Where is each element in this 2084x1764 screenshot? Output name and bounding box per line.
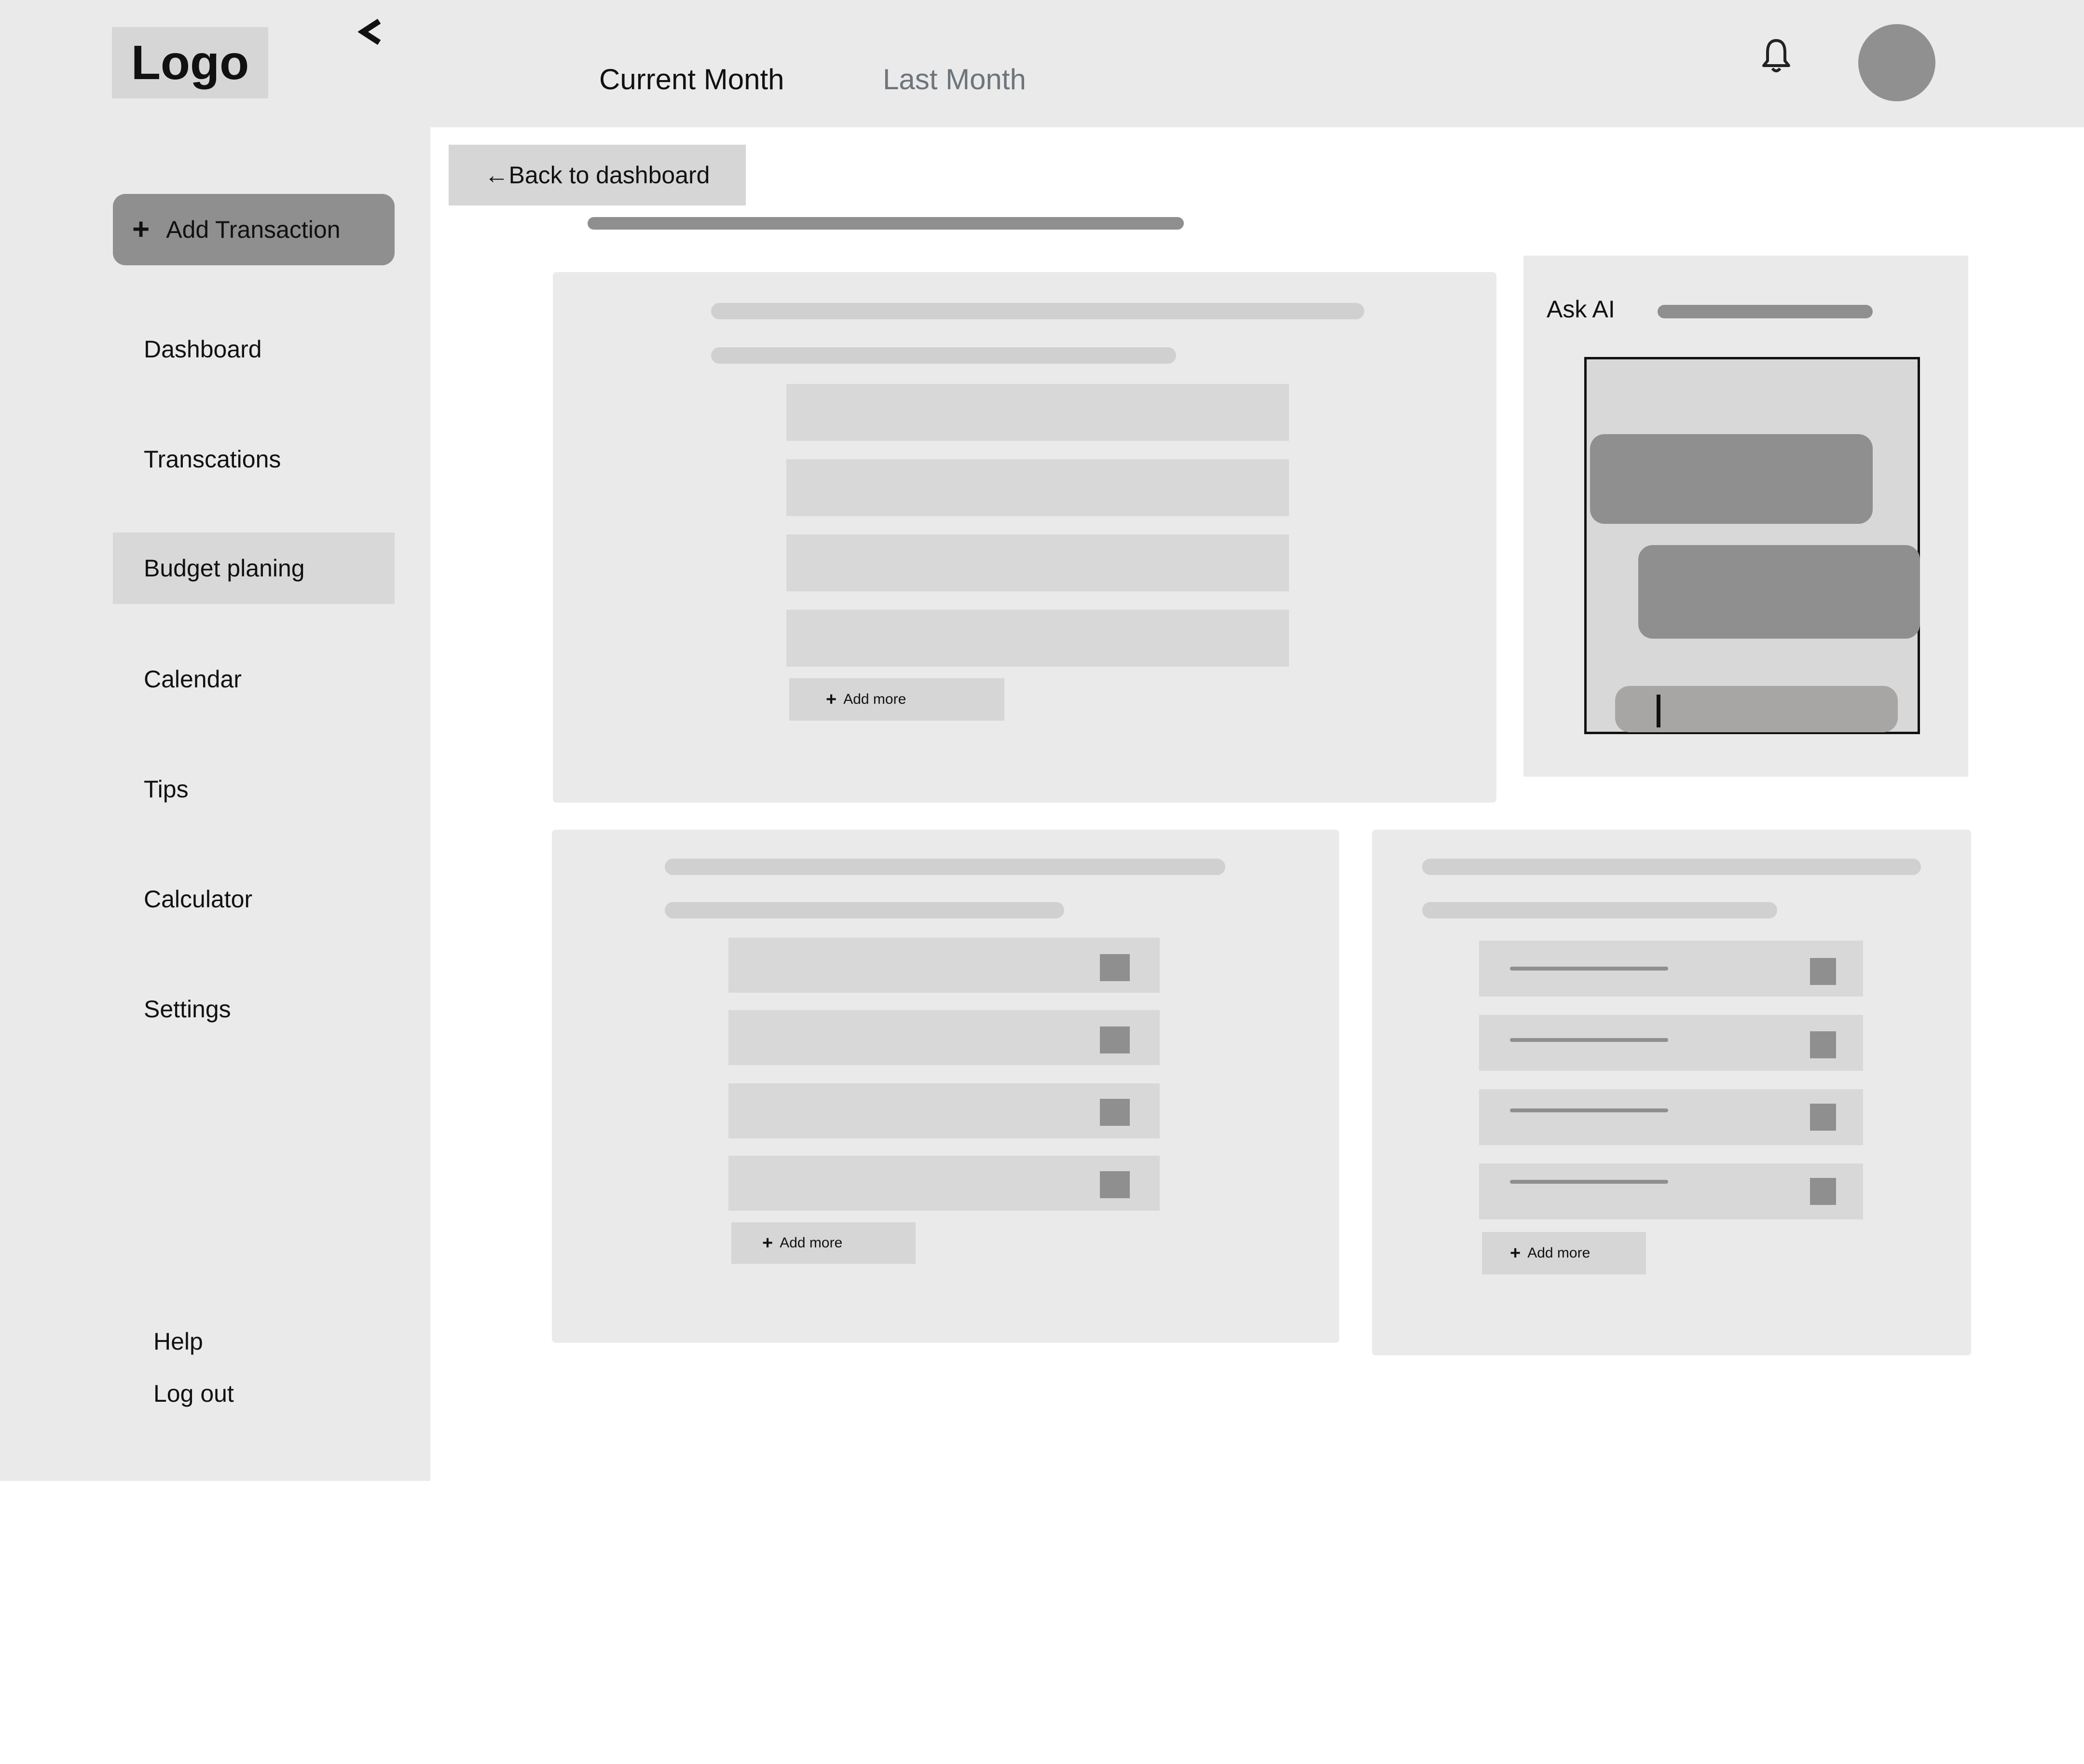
add-transaction-button[interactable]: + Add Transaction bbox=[113, 194, 395, 265]
page-title-placeholder bbox=[588, 217, 1184, 230]
sidebar-item-label: Budget planing bbox=[144, 555, 305, 582]
sidebar-item-label: Transcations bbox=[144, 446, 281, 473]
checkbox[interactable] bbox=[1100, 1099, 1130, 1126]
panel-subheading-placeholder bbox=[1422, 902, 1777, 918]
list-item-text-placeholder bbox=[1510, 967, 1668, 971]
sidebar-item-label: Calculator bbox=[144, 886, 253, 913]
add-more-label: Add more bbox=[843, 691, 906, 707]
logout-link[interactable]: Log out bbox=[153, 1380, 234, 1408]
collapse-sidebar-button[interactable] bbox=[355, 13, 386, 51]
list-item[interactable] bbox=[1479, 1015, 1863, 1071]
back-to-dashboard-button[interactable]: ← Back to dashboard bbox=[449, 145, 746, 205]
sidebar-item-label: Tips bbox=[144, 776, 189, 803]
arrow-left-icon: ← bbox=[484, 162, 509, 189]
checkbox[interactable] bbox=[1100, 1171, 1130, 1198]
checkbox[interactable] bbox=[1100, 954, 1130, 981]
checkbox[interactable] bbox=[1810, 958, 1836, 985]
list-item-text-placeholder bbox=[1510, 1038, 1668, 1042]
plus-icon: + bbox=[132, 213, 150, 246]
sidebar-item-calendar[interactable]: Calendar bbox=[113, 643, 395, 715]
bell-icon[interactable] bbox=[1761, 38, 1792, 74]
ask-ai-title: Ask AI bbox=[1547, 296, 1615, 323]
sidebar-item-settings[interactable]: Settings bbox=[113, 973, 395, 1045]
panel-heading-placeholder bbox=[665, 859, 1225, 875]
tab-last-month[interactable]: Last Month bbox=[883, 63, 1026, 96]
back-to-dashboard-label: Back to dashboard bbox=[508, 162, 710, 189]
chevron-left-icon bbox=[358, 18, 381, 45]
panel-heading-placeholder bbox=[1422, 859, 1921, 875]
plus-icon: + bbox=[826, 689, 837, 710]
add-more-button[interactable]: + Add more bbox=[731, 1222, 916, 1264]
plus-icon: + bbox=[762, 1233, 773, 1253]
logo[interactable]: Logo bbox=[112, 27, 268, 98]
list-item[interactable] bbox=[1479, 1163, 1863, 1219]
chat-message bbox=[1590, 434, 1873, 524]
add-transaction-label: Add Transaction bbox=[166, 216, 341, 243]
add-more-label: Add more bbox=[1527, 1245, 1590, 1261]
input-field[interactable] bbox=[786, 459, 1289, 516]
list-item[interactable] bbox=[728, 1010, 1160, 1065]
sidebar-item-calculator[interactable]: Calculator bbox=[113, 863, 395, 935]
list-item[interactable] bbox=[728, 1156, 1160, 1211]
panel-subheading-placeholder bbox=[711, 347, 1176, 364]
add-more-label: Add more bbox=[780, 1235, 843, 1251]
list-item-text-placeholder bbox=[1510, 1108, 1668, 1112]
ask-ai-subtitle-placeholder bbox=[1658, 305, 1873, 318]
sidebar-item-tips[interactable]: Tips bbox=[113, 753, 395, 825]
chat-message bbox=[1638, 545, 1920, 639]
checkbox[interactable] bbox=[1810, 1104, 1836, 1131]
plus-icon: + bbox=[1510, 1243, 1521, 1263]
checkbox[interactable] bbox=[1810, 1031, 1836, 1058]
add-more-button[interactable]: + Add more bbox=[1482, 1232, 1646, 1274]
list-item[interactable] bbox=[728, 938, 1160, 993]
text-cursor bbox=[1657, 695, 1660, 727]
panel-subheading-placeholder bbox=[665, 902, 1064, 918]
list-item[interactable] bbox=[1479, 1089, 1863, 1145]
avatar[interactable] bbox=[1858, 24, 1935, 101]
add-more-button[interactable]: + Add more bbox=[789, 678, 1004, 721]
sidebar-item-transactions[interactable]: Transcations bbox=[113, 424, 395, 495]
input-field[interactable] bbox=[786, 610, 1289, 667]
input-field[interactable] bbox=[786, 384, 1289, 441]
list-item[interactable] bbox=[728, 1083, 1160, 1138]
checkbox[interactable] bbox=[1810, 1178, 1836, 1205]
list-item-text-placeholder bbox=[1510, 1180, 1668, 1184]
help-link[interactable]: Help bbox=[153, 1327, 203, 1355]
sidebar-item-label: Calendar bbox=[144, 666, 242, 693]
input-field[interactable] bbox=[786, 534, 1289, 591]
panel-heading-placeholder bbox=[711, 303, 1364, 319]
sidebar-item-label: Dashboard bbox=[144, 336, 262, 363]
sidebar-item-dashboard[interactable]: Dashboard bbox=[113, 314, 395, 385]
checkbox[interactable] bbox=[1100, 1026, 1130, 1053]
sidebar-item-budget-planing[interactable]: Budget planing bbox=[113, 533, 395, 604]
sidebar-item-label: Settings bbox=[144, 996, 231, 1023]
tab-current-month[interactable]: Current Month bbox=[599, 63, 784, 96]
